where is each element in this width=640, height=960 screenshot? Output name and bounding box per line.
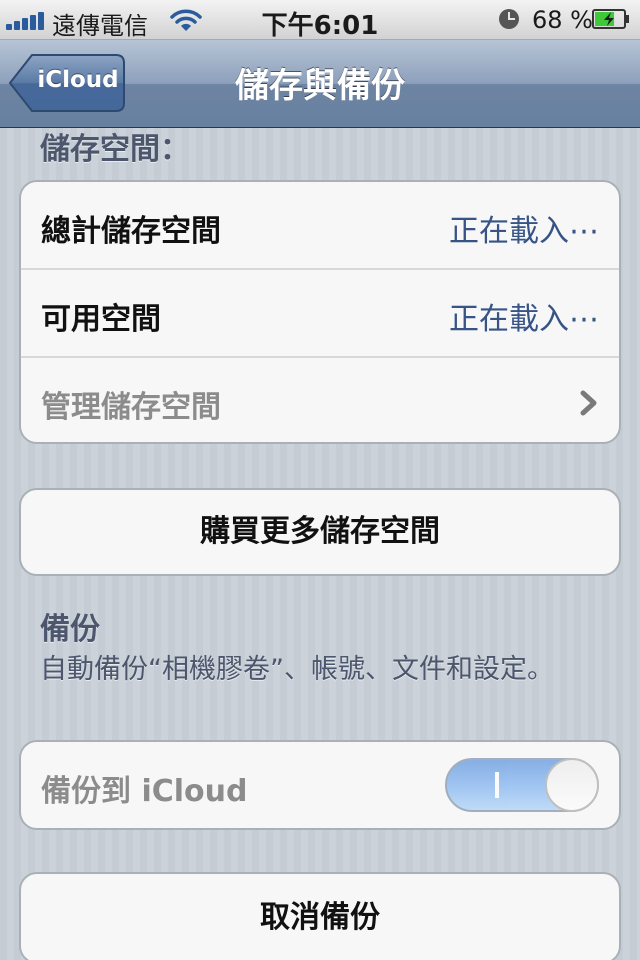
wifi-icon [170,9,202,31]
available-space-row: 可用空間 正在載入⋯ [21,270,619,358]
carrier-name: 遠傳電信 [52,12,148,40]
navigation-bar: iCloud 儲存與備份 [0,40,640,128]
storage-section-header: 儲存空間： [40,132,190,167]
page-title: 儲存與備份 [235,66,405,106]
back-button-label: iCloud [37,67,119,93]
backup-toggle-group: 備份到 iCloud [19,740,621,830]
alarm-clock-icon [499,9,519,29]
toggle-on-mark-icon [495,772,499,798]
backup-to-icloud-row: 備份到 iCloud [21,742,619,828]
toggle-knob[interactable] [545,758,599,812]
available-space-value: 正在載入⋯ [449,302,599,337]
backup-description: 自動備份“相機膠卷”、帳號、文件和設定。 [40,654,554,685]
chevron-right-icon [580,390,597,416]
available-space-label: 可用空間 [41,302,161,337]
total-storage-label: 總計儲存空間 [41,214,221,249]
status-bar: 遠傳電信 下午6:01 68 % [0,0,640,41]
backup-section-header: 備份 [40,612,100,647]
total-storage-value: 正在載入⋯ [449,214,599,249]
backup-to-icloud-label: 備份到 iCloud [41,774,248,809]
storage-group: 總計儲存空間 正在載入⋯ 可用空間 正在載入⋯ 管理儲存空間 [19,180,621,444]
manage-storage-row[interactable]: 管理儲存空間 [21,358,619,442]
battery-percentage: 68 % [532,6,593,34]
signal-bars-icon [6,10,46,30]
manage-storage-label: 管理儲存空間 [41,390,221,425]
buy-more-storage-button[interactable]: 購買更多儲存空間 [19,488,621,576]
backup-toggle-switch[interactable] [445,758,599,812]
total-storage-row: 總計儲存空間 正在載入⋯ [21,182,619,270]
cancel-backup-button[interactable]: 取消備份 [19,872,621,960]
battery-charging-icon [592,9,629,29]
back-button[interactable]: iCloud [8,53,126,113]
